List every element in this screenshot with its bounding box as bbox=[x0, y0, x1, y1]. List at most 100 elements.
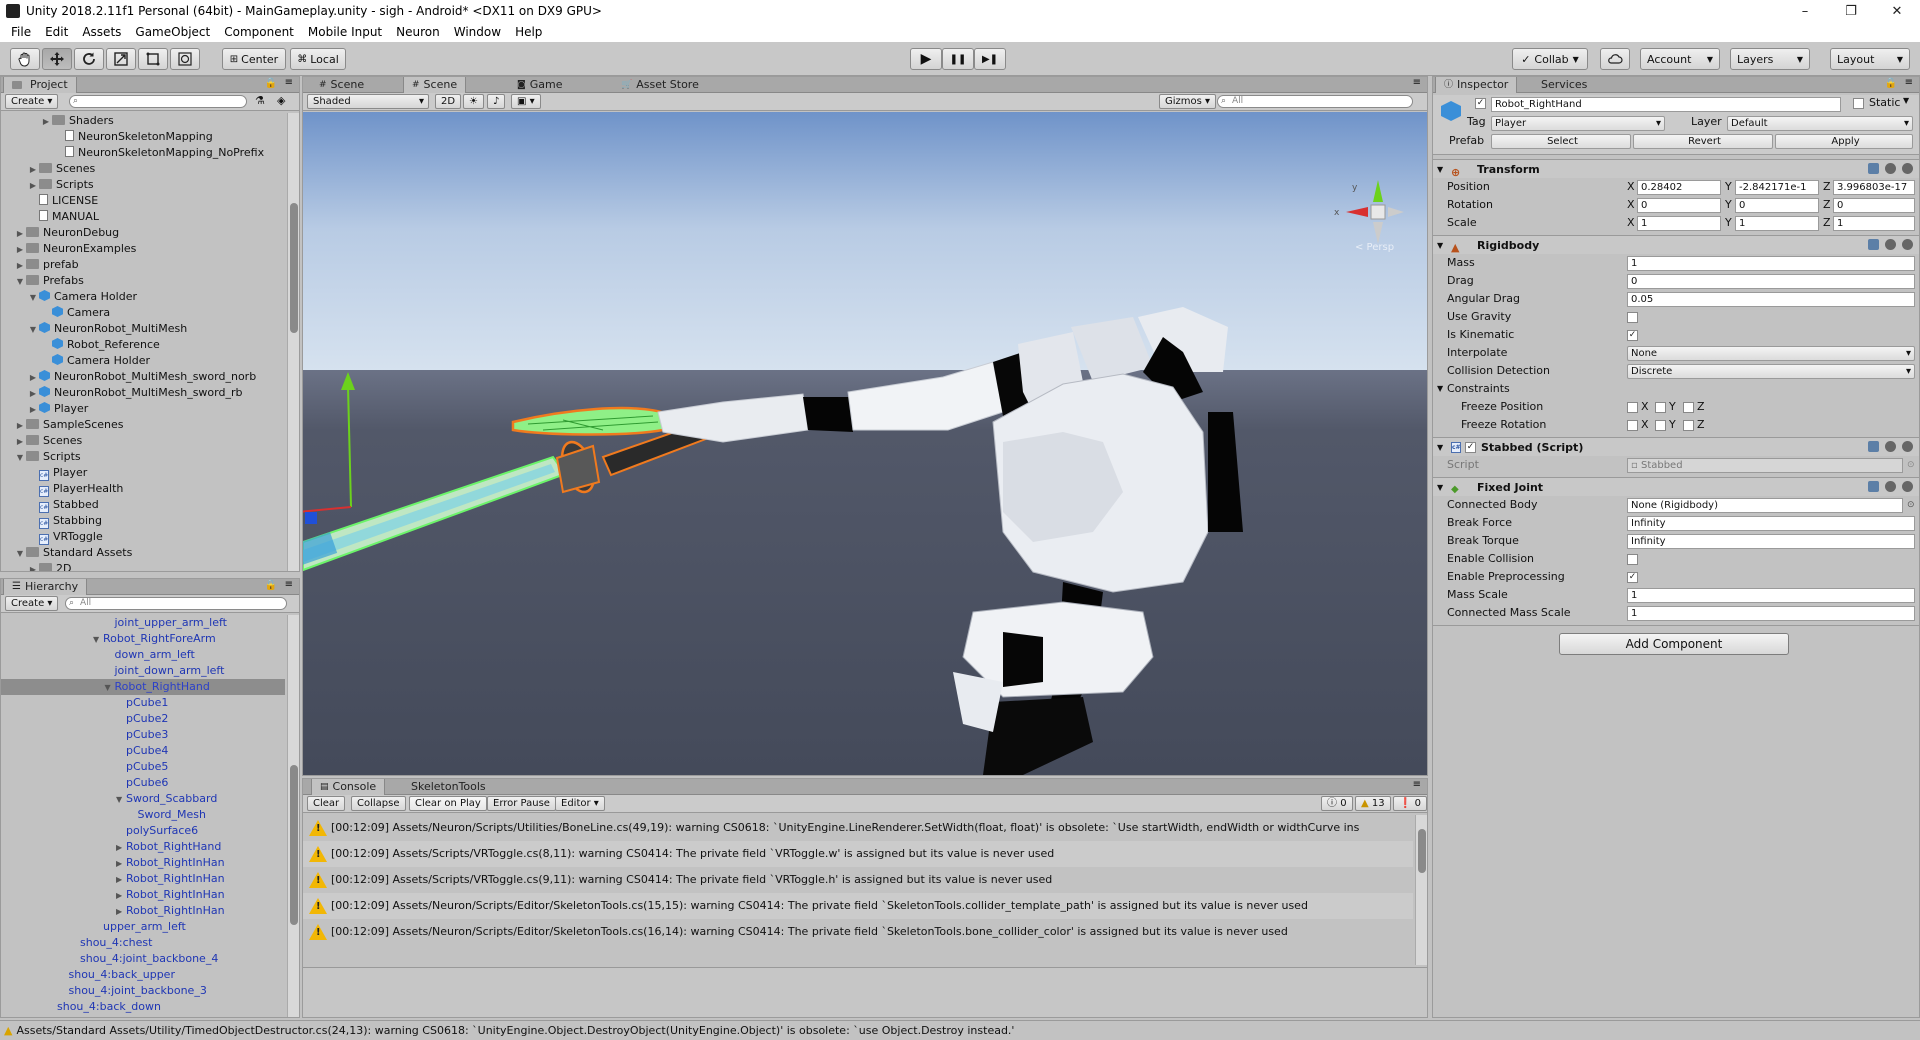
hierarchy-item[interactable]: joint_down_arm_left bbox=[1, 663, 285, 679]
hierarchy-item[interactable]: shou_4:joint_backbone_3 bbox=[1, 983, 285, 999]
use-gravity-checkbox[interactable] bbox=[1627, 312, 1638, 323]
panel-menu-icon[interactable]: ≡ bbox=[1413, 779, 1421, 790]
menu-window[interactable]: Window bbox=[447, 25, 508, 39]
hierarchy-item[interactable]: Sword_Mesh bbox=[1, 807, 285, 823]
hierarchy-item[interactable]: pCube3 bbox=[1, 727, 285, 743]
project-item[interactable]: Camera Holder bbox=[1, 353, 285, 369]
expand-down-icon[interactable]: ▼ bbox=[14, 274, 26, 290]
pivot-center-toggle[interactable]: ⊞ Center bbox=[222, 48, 286, 70]
hierarchy-scrollbar[interactable] bbox=[287, 615, 299, 1017]
scrollbar-thumb[interactable] bbox=[290, 765, 298, 925]
expand-down-icon[interactable]: ▼ bbox=[27, 290, 39, 306]
hierarchy-item[interactable]: polySurface6 bbox=[1, 823, 285, 839]
expand-right-icon[interactable]: ▶ bbox=[116, 888, 126, 904]
project-item[interactable]: ▼ Prefabs bbox=[1, 273, 285, 289]
tag-dropdown[interactable]: Player ▾ bbox=[1491, 116, 1665, 131]
rigidbody-header[interactable]: ▼ ▲ Rigidbody bbox=[1433, 235, 1919, 254]
rotation-z-field[interactable]: 0 bbox=[1833, 198, 1915, 213]
console-entry[interactable]: [00:12:09] Assets/Scripts/VRToggle.cs(9,… bbox=[303, 867, 1413, 893]
hierarchy-item[interactable]: ▶ Robot_RightInHan bbox=[1, 871, 285, 887]
stabbed-script-header[interactable]: ▼ c# ✓ Stabbed (Script) bbox=[1433, 437, 1919, 456]
expand-right-icon[interactable]: ▶ bbox=[27, 162, 39, 178]
project-item[interactable]: NeuronSkeletonMapping bbox=[1, 129, 285, 145]
project-item[interactable]: c# Stabbing bbox=[1, 513, 285, 529]
tab-services[interactable]: Services bbox=[1533, 77, 1595, 93]
create-dropdown[interactable]: Create ▾ bbox=[5, 596, 59, 611]
project-item[interactable]: ▶ Shaders bbox=[1, 113, 285, 129]
rotate-tool-button[interactable] bbox=[74, 48, 104, 70]
position-z-field[interactable]: 3.996803e-17 bbox=[1833, 180, 1915, 195]
collab-button[interactable]: ✓ Collab ▼ bbox=[1512, 48, 1588, 70]
project-item[interactable]: ▶ Scripts bbox=[1, 177, 285, 193]
expand-right-icon[interactable]: ▶ bbox=[27, 178, 39, 194]
hierarchy-item[interactable]: pCube4 bbox=[1, 743, 285, 759]
hierarchy-item[interactable]: ▼ Sword_Scabbard bbox=[1, 791, 285, 807]
project-item[interactable]: MANUAL bbox=[1, 209, 285, 225]
minimize-button[interactable]: – bbox=[1782, 0, 1828, 22]
project-item[interactable]: ▶ NeuronRobot_MultiMesh_sword_norb bbox=[1, 369, 285, 385]
expand-right-icon[interactable]: ▶ bbox=[14, 242, 26, 258]
hierarchy-item[interactable]: ▼ Robot_RightHand bbox=[1, 679, 285, 695]
presets-icon[interactable] bbox=[1885, 163, 1896, 174]
position-x-field[interactable]: 0.28402 bbox=[1637, 180, 1721, 195]
project-item[interactable]: ▶ NeuronRobot_MultiMesh_sword_rb bbox=[1, 385, 285, 401]
hierarchy-item[interactable]: ▶ Robot_RightInHan bbox=[1, 903, 285, 919]
layers-dropdown[interactable]: Layers ▼ bbox=[1730, 48, 1810, 70]
menu-gameobject[interactable]: GameObject bbox=[128, 25, 217, 39]
stabbed-enabled-checkbox[interactable]: ✓ bbox=[1465, 442, 1476, 453]
shading-mode-dropdown[interactable]: Shaded ▾ bbox=[307, 94, 429, 109]
warning-count-toggle[interactable]: ▲ 13 bbox=[1355, 796, 1391, 811]
rotation-y-field[interactable]: 0 bbox=[1735, 198, 1819, 213]
scale-tool-button[interactable] bbox=[106, 48, 136, 70]
hierarchy-item[interactable]: ▶ Robot_RightInHan bbox=[1, 887, 285, 903]
scale-z-field[interactable]: 1 bbox=[1833, 216, 1915, 231]
console-entry[interactable]: [00:12:09] Assets/Neuron/Scripts/Editor/… bbox=[303, 919, 1413, 945]
mass-field[interactable]: 1 bbox=[1627, 256, 1915, 271]
expand-down-icon[interactable]: ▼ bbox=[27, 322, 39, 338]
help-icon[interactable] bbox=[1868, 239, 1879, 250]
effects-dropdown[interactable]: ▣ ▾ bbox=[511, 94, 541, 109]
menu-file[interactable]: File bbox=[4, 25, 38, 39]
project-item[interactable]: ▶ Player bbox=[1, 401, 285, 417]
scrollbar-thumb[interactable] bbox=[1418, 829, 1426, 873]
freeze-position-x-checkbox[interactable] bbox=[1627, 402, 1638, 413]
status-bar[interactable]: ▲ Assets/Standard Assets/Utility/TimedObj… bbox=[0, 1020, 1920, 1040]
static-checkbox[interactable] bbox=[1853, 98, 1864, 109]
tab-asset-store[interactable]: 🛒 Asset Store bbox=[613, 77, 707, 93]
play-button[interactable]: ▶ bbox=[910, 48, 942, 70]
scene-viewport[interactable]: y x < Persp bbox=[303, 112, 1427, 775]
hierarchy-item[interactable]: joint_upper_arm_left bbox=[1, 615, 285, 631]
expand-right-icon[interactable]: ▶ bbox=[116, 856, 126, 872]
audio-toggle[interactable]: ♪ bbox=[487, 94, 506, 109]
scrollbar-thumb[interactable] bbox=[290, 203, 298, 333]
cloud-button[interactable] bbox=[1600, 48, 1630, 70]
collapse-toggle[interactable]: Collapse bbox=[351, 796, 406, 811]
project-item[interactable]: LICENSE bbox=[1, 193, 285, 209]
freeze-position-z-checkbox[interactable] bbox=[1683, 402, 1694, 413]
menu-mobile-input[interactable]: Mobile Input bbox=[301, 25, 389, 39]
project-item[interactable]: c# VRToggle bbox=[1, 529, 285, 545]
fixed-joint-header[interactable]: ▼ ◆ Fixed Joint bbox=[1433, 477, 1919, 496]
object-name-field[interactable]: Robot_RightHand bbox=[1491, 97, 1841, 112]
filter-type-icon[interactable]: ⚗ bbox=[255, 94, 265, 107]
help-icon[interactable] bbox=[1868, 481, 1879, 492]
lock-icon[interactable]: 🔒 bbox=[1885, 78, 1897, 89]
expand-down-icon[interactable]: ▼ bbox=[116, 792, 126, 808]
persp-label[interactable]: < Persp bbox=[1355, 242, 1394, 253]
presets-icon[interactable] bbox=[1885, 239, 1896, 250]
prefab-revert-button[interactable]: Revert bbox=[1633, 134, 1773, 149]
scale-x-field[interactable]: 1 bbox=[1637, 216, 1721, 231]
project-item[interactable]: c# Stabbed bbox=[1, 497, 285, 513]
gear-icon[interactable] bbox=[1902, 239, 1913, 250]
menu-neuron[interactable]: Neuron bbox=[389, 25, 447, 39]
expand-right-icon[interactable]: ▶ bbox=[14, 226, 26, 242]
tab-inspector[interactable]: ⓘ Inspector bbox=[1435, 77, 1518, 93]
mass-scale-field[interactable]: 1 bbox=[1627, 588, 1915, 603]
panel-menu-icon[interactable]: ≡ bbox=[1413, 77, 1421, 88]
expand-right-icon[interactable]: ▶ bbox=[14, 258, 26, 274]
gear-icon[interactable] bbox=[1902, 481, 1913, 492]
hierarchy-item[interactable]: pCube6 bbox=[1, 775, 285, 791]
console-entry[interactable]: [00:12:09] Assets/Scripts/VRToggle.cs(8,… bbox=[303, 841, 1413, 867]
project-item[interactable]: ▶ NeuronExamples bbox=[1, 241, 285, 257]
hierarchy-item[interactable]: upper_arm_left bbox=[1, 919, 285, 935]
